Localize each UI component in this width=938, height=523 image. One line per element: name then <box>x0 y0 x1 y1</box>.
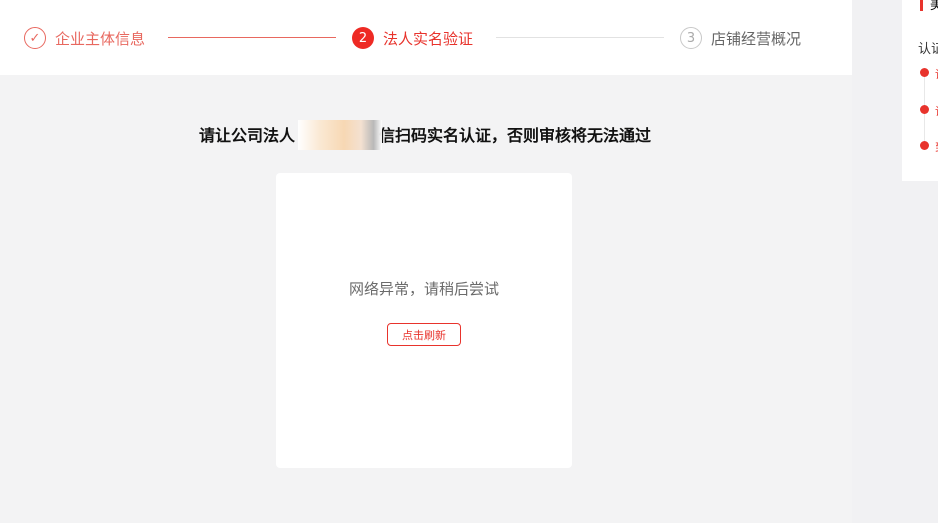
network-error-message: 网络异常，请稍后尝试 <box>348 280 499 298</box>
timeline-dot <box>920 141 929 150</box>
instruction-tail: 信扫码实名认证，否则审核将无法通过 <box>379 126 652 145</box>
check-icon: ✓ <box>24 27 46 49</box>
step-number-badge: 2 <box>352 27 374 49</box>
progress-stepper: ✓ 企业主体信息 2 法人实名验证 3 店铺经营概况 <box>0 0 852 75</box>
refresh-button[interactable]: 点击刷新 <box>387 323 461 346</box>
side-panel-title: 美 <box>930 0 938 13</box>
timeline-dot <box>920 105 929 114</box>
title-accent-bar <box>920 0 923 11</box>
step-company-info: ✓ 企业主体信息 <box>24 26 145 50</box>
main-content: ✓ 企业主体信息 2 法人实名验证 3 店铺经营概况 请让公司法人 信扫码实名认证… <box>0 0 852 523</box>
timeline-dot <box>920 68 929 77</box>
side-panel: 美 认证 请 请 到 <box>902 0 938 181</box>
verification-instruction: 请让公司法人 信扫码实名认证，否则审核将无法通过 <box>150 122 700 146</box>
step-label: 法人实名验证 <box>383 29 474 48</box>
step-store-overview: 3 店铺经营概况 <box>680 26 801 50</box>
qr-code-card: 网络异常，请稍后尝试 点击刷新 <box>276 173 572 468</box>
step-label: 店铺经营概况 <box>711 29 802 48</box>
step-connector <box>168 37 336 38</box>
instruction-head: 请让公司法人 <box>198 126 295 145</box>
step-legal-verification: 2 法人实名验证 <box>352 26 473 50</box>
step-connector <box>496 37 664 38</box>
side-panel-label: 认证 <box>918 42 938 57</box>
step-number-badge: 3 <box>680 27 702 49</box>
redacted-name <box>298 120 382 150</box>
step-label: 企业主体信息 <box>55 29 146 48</box>
